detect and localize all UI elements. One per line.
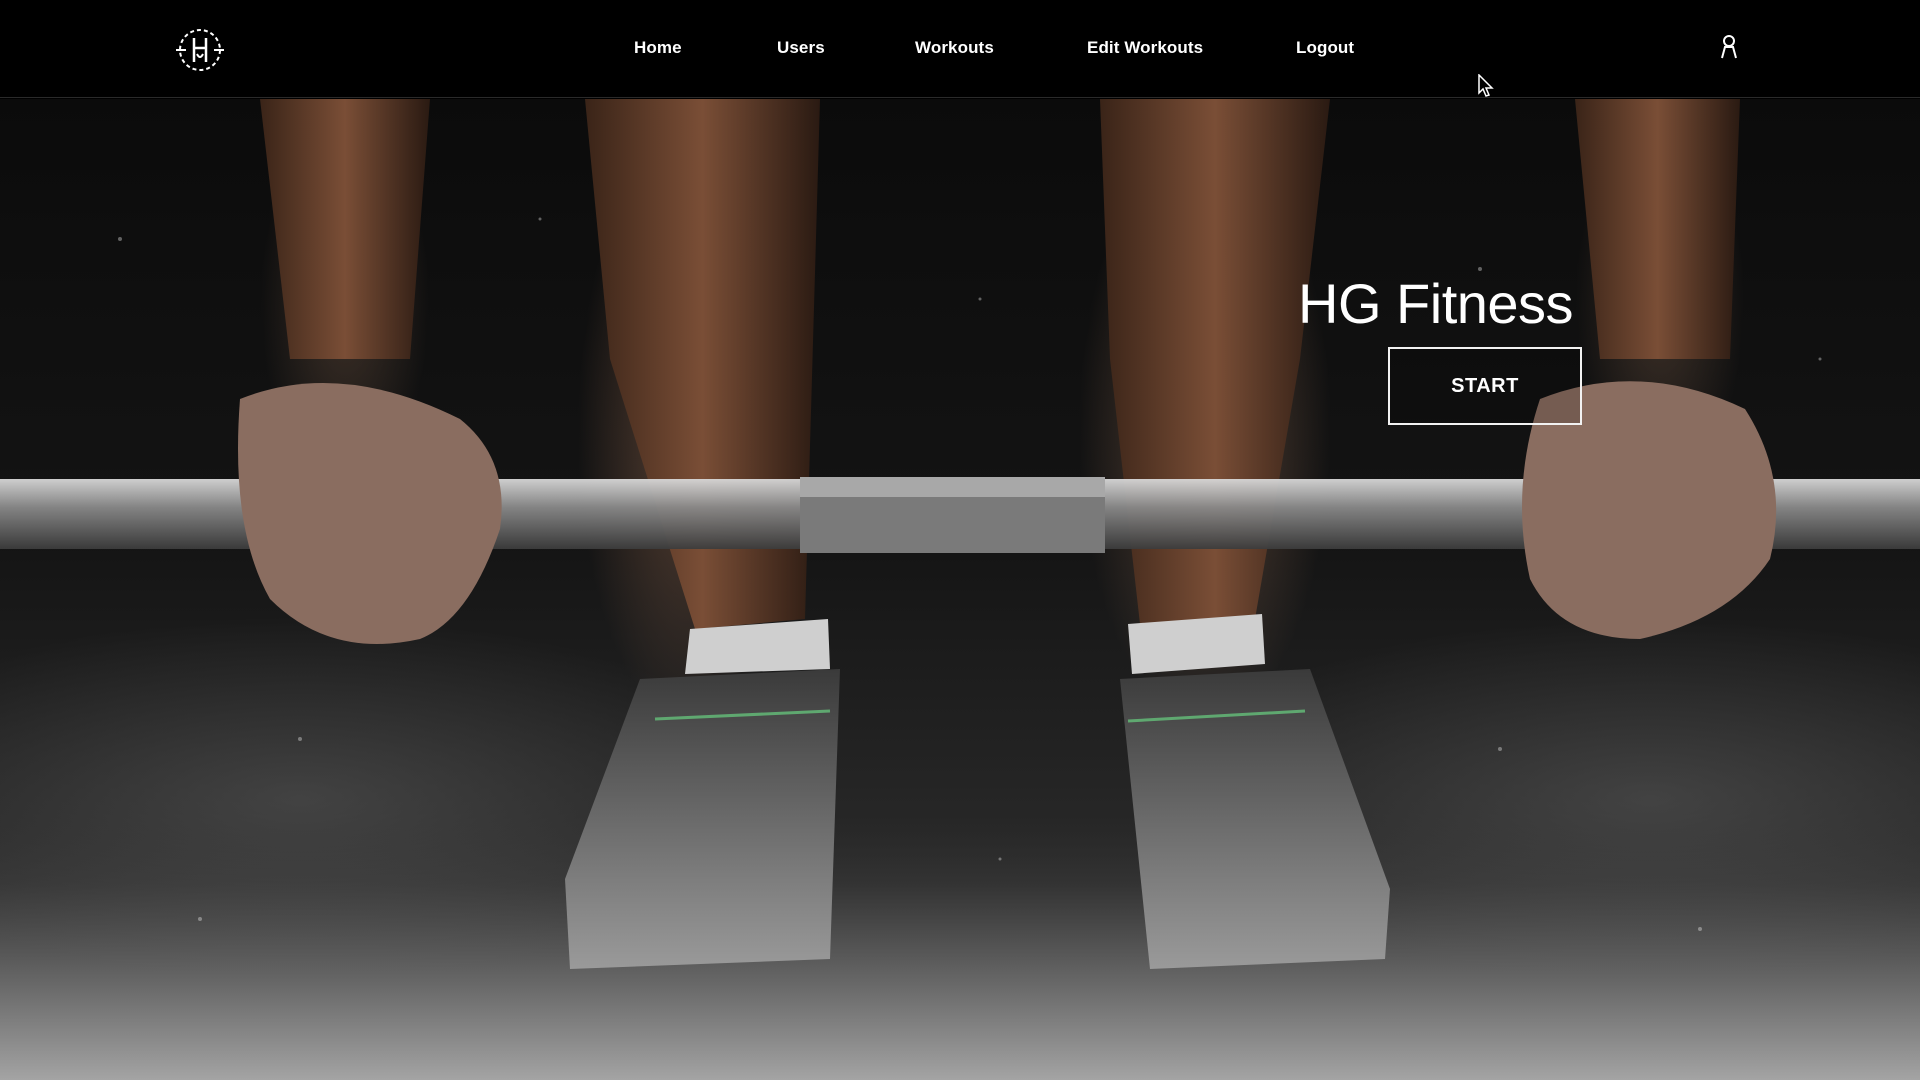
user-icon[interactable] [1718, 34, 1740, 60]
hero-title: HG Fitness [1298, 272, 1574, 335]
mouse-cursor-icon [1478, 73, 1494, 98]
barbell-deadlift-photo [0, 99, 1920, 1080]
nav-edit-workouts-link[interactable]: Edit Workouts [1087, 38, 1203, 58]
top-navbar: Home Users Workouts Edit Workouts Logout [0, 0, 1920, 98]
nav-home-link[interactable]: Home [634, 38, 682, 58]
nav-workouts-link[interactable]: Workouts [915, 38, 994, 58]
main-nav: Home Users Workouts Edit Workouts Logout [0, 0, 1920, 98]
nav-logout-link[interactable]: Logout [1296, 38, 1354, 58]
hero-section: HG Fitness START [0, 99, 1920, 1080]
start-button[interactable]: START [1388, 347, 1582, 425]
nav-users-link[interactable]: Users [777, 38, 825, 58]
